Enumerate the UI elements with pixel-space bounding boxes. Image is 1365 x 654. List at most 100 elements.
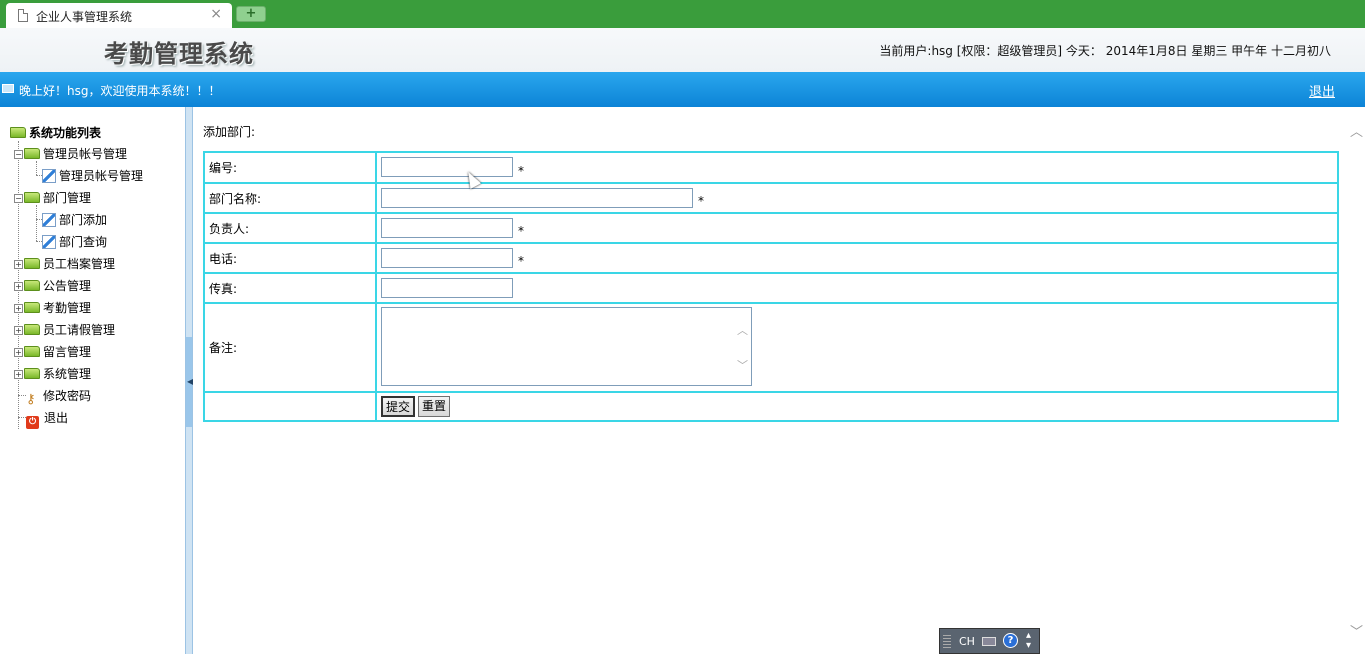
scroll-up-icon[interactable]: ︿ [737,322,748,338]
folder-open-icon [24,148,40,159]
manager-label: 负责人: [203,212,377,244]
form-row: 负责人: * [203,212,1339,244]
required-mark: * [518,224,524,239]
phone-input[interactable] [381,247,513,268]
edit-page-icon [42,169,56,183]
page-scroll-down-icon[interactable]: ﹀ [1350,621,1363,640]
options-icon[interactable]: ▴ ▾ [1026,631,1031,651]
power-icon: ⏻ [26,416,39,429]
tree-line [18,417,26,418]
sidebar-item-leave[interactable]: + 员工请假管理 [14,321,115,339]
browser-tab[interactable]: 企业人事管理系统 × [6,3,232,28]
expand-icon[interactable]: + [14,348,23,357]
id-input[interactable] [381,157,513,178]
required-mark: * [698,194,704,209]
id-card-icon [2,84,14,93]
keyboard-icon[interactable] [982,637,996,646]
expand-icon[interactable]: + [14,304,23,313]
main-content: 添加部门: 编号: * 部门名称: * 负责人: * 电话: * 传真: 备注:… [193,107,1365,654]
new-tab-button[interactable]: + [236,6,266,22]
close-icon[interactable]: × [210,6,222,22]
sidebar-item-label: 公告管理 [43,279,92,293]
sidebar-item-label: 管理员帐号管理 [59,169,144,183]
edit-page-icon [42,213,56,227]
document-icon [18,9,28,22]
form-row: 电话: * [203,242,1339,274]
form-cell: * [375,242,1339,274]
sidebar-item-label: 管理员帐号管理 [43,147,128,161]
department-form: 编号: * 部门名称: * 负责人: * 电话: * 传真: 备注: ︿ ﹀ 提… [203,151,1339,422]
sidebar-item-label: 部门查询 [59,235,108,249]
manager-input[interactable] [381,217,513,238]
sidebar-item-messages[interactable]: + 留言管理 [14,343,91,361]
sidebar-item-label: 系统管理 [43,367,92,381]
expand-icon[interactable]: + [14,282,23,291]
reset-button[interactable]: 重置 [418,396,451,417]
form-cell: * [375,151,1339,184]
ime-language[interactable]: CH [959,635,975,648]
sidebar-item-department-add[interactable]: 部门添加 [42,211,107,229]
folder-open-icon [24,192,40,203]
fax-label: 传真: [203,272,377,304]
sidebar-item-label: 考勤管理 [43,301,92,315]
expand-icon[interactable]: + [14,326,23,335]
sidebar-item-attendance[interactable]: + 考勤管理 [14,299,91,317]
fax-input[interactable] [381,278,513,298]
folder-icon [24,324,40,335]
form-cell: * [375,182,1339,214]
sidebar: 系统功能列表 − 管理员帐号管理 管理员帐号管理 − 部门管理 部门添加 部门查询 … [0,107,185,654]
key-icon: ⚷ [26,392,36,407]
browser-tab-bar: 企业人事管理系统 × + [0,0,1365,28]
sidebar-item-logout[interactable]: ⏻ 退出 [26,409,69,429]
ime-toolbar: CH ? ▴ ▾ [939,628,1040,654]
department-name-input[interactable] [381,187,693,208]
app-header: 考勤管理系统 当前用户:hsg [权限：超级管理员] 今天： 2014年1月8日… [0,28,1365,72]
id-label: 编号: [203,151,377,184]
sidebar-splitter[interactable]: ◀ [185,107,193,654]
edit-page-icon [42,235,56,249]
help-icon[interactable]: ? [1003,633,1018,648]
form-row: 传真: [203,272,1339,304]
sidebar-item-label: 部门管理 [43,191,92,205]
folder-icon [24,280,40,291]
folder-icon [24,258,40,269]
folder-icon [24,302,40,313]
nav-root-label: 系统功能列表 [29,126,102,140]
required-mark: * [518,254,524,269]
form-cell: * [375,212,1339,244]
form-cell: ︿ ﹀ [375,302,1339,393]
sidebar-item-admin-accounts[interactable]: − 管理员帐号管理 [14,145,127,163]
user-info: 当前用户:hsg [权限：超级管理员] 今天： 2014年1月8日 星期三 甲午… [879,44,1331,58]
sidebar-item-announcements[interactable]: + 公告管理 [14,277,91,295]
tree-line [36,205,37,241]
scroll-down-icon[interactable]: ﹀ [737,357,748,373]
expand-icon[interactable]: + [14,260,23,269]
nav-root[interactable]: 系统功能列表 [10,124,101,142]
sidebar-item-label: 员工档案管理 [43,257,116,271]
submit-button[interactable]: 提交 [381,396,416,417]
logout-link[interactable]: 退出 [1309,81,1335,100]
collapse-icon[interactable]: − [14,194,23,203]
sidebar-item-employee-records[interactable]: + 员工档案管理 [14,255,115,273]
grip-icon[interactable] [943,635,951,649]
folder-open-icon [10,127,26,138]
sidebar-item-system[interactable]: + 系统管理 [14,365,91,383]
sidebar-item-department-query[interactable]: 部门查询 [42,233,107,251]
sidebar-item-label: 退出 [44,411,69,425]
folder-icon [24,368,40,379]
greeting-text: 晚上好！hsg，欢迎使用本系统！！！ [19,84,221,98]
page-title: 添加部门: [203,125,256,139]
sidebar-item-departments[interactable]: − 部门管理 [14,189,91,207]
form-row: 备注: ︿ ﹀ [203,302,1339,393]
form-row: 部门名称: * [203,182,1339,214]
remark-textarea[interactable]: ︿ ﹀ [381,306,752,386]
collapse-icon[interactable]: − [14,150,23,159]
remark-label: 备注: [203,302,377,393]
form-cell: 提交 重置 [375,391,1339,422]
tree-line [36,161,37,175]
sidebar-item-change-password[interactable]: ⚷ 修改密码 [26,387,91,407]
page-scroll-up-icon[interactable]: ︿ [1350,121,1363,140]
expand-icon[interactable]: + [14,370,23,379]
required-mark: * [518,163,524,178]
sidebar-item-admin-accounts-manage[interactable]: 管理员帐号管理 [42,167,143,185]
